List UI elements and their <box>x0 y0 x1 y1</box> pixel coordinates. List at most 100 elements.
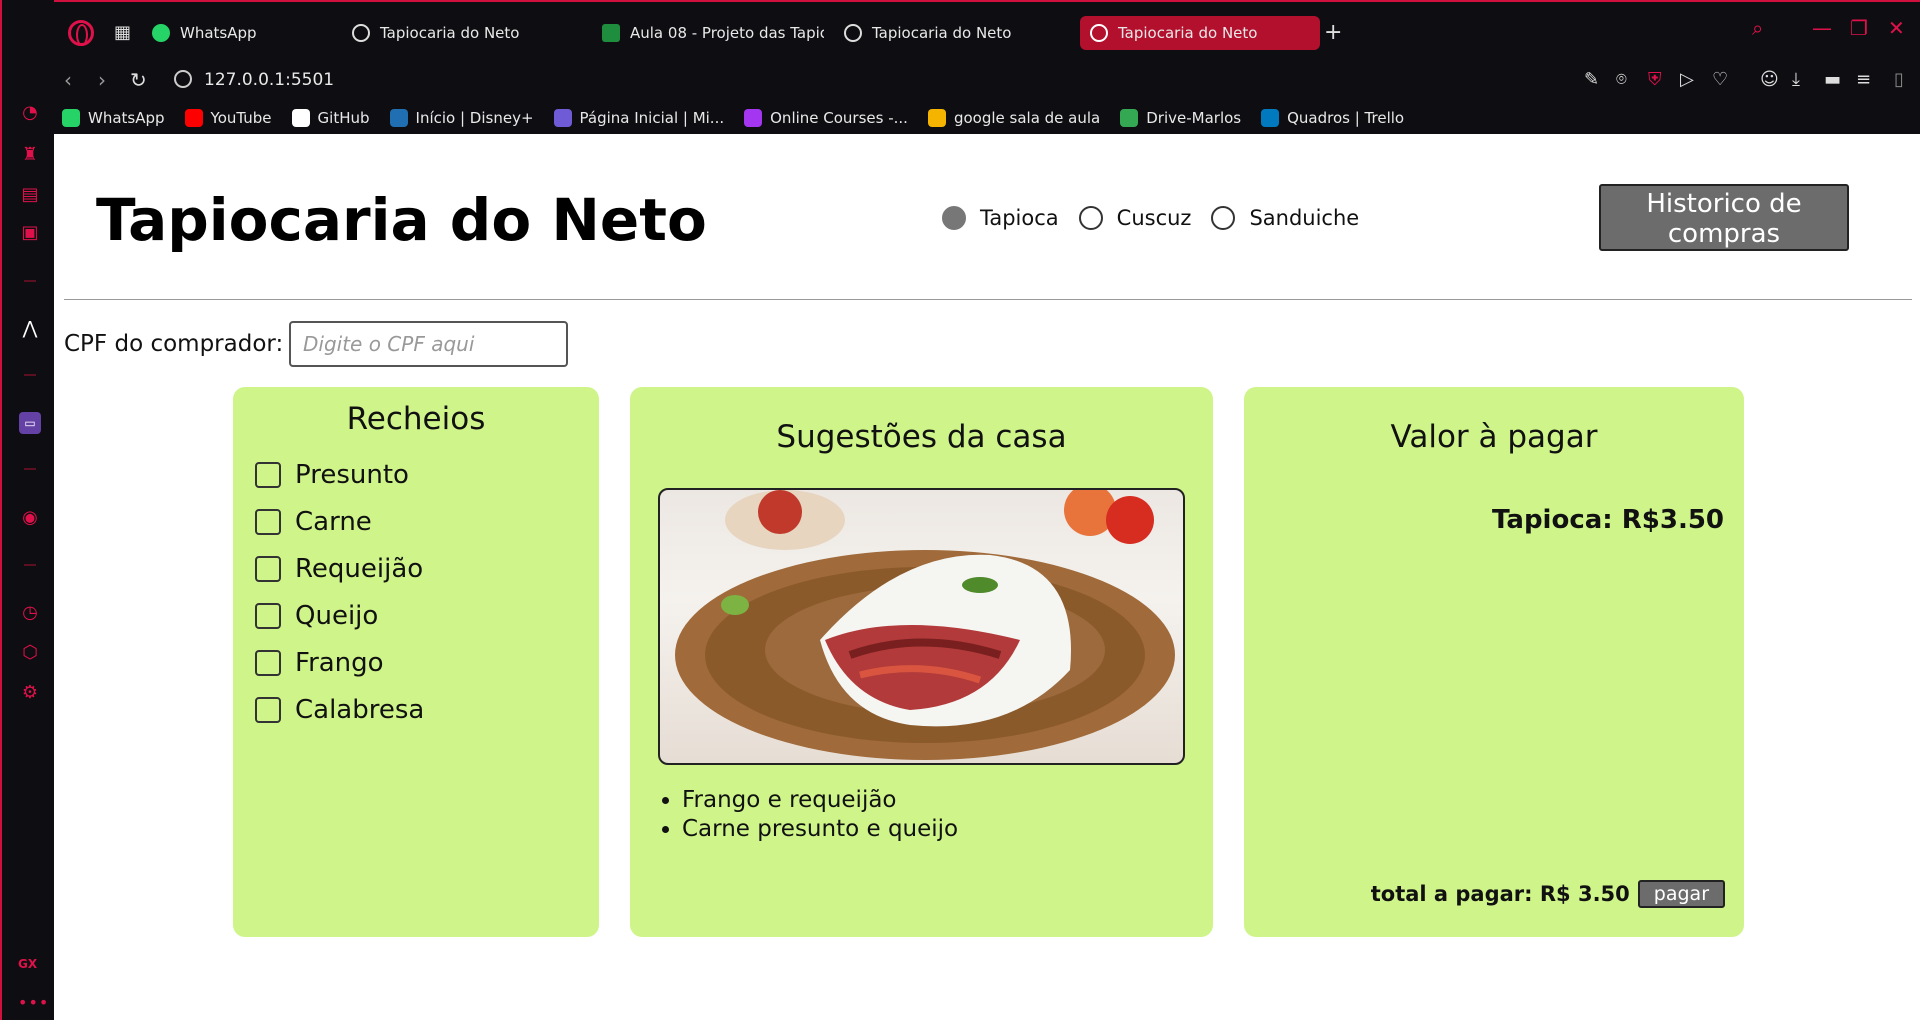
gx-logo-icon: GX <box>18 957 38 971</box>
bookmark-item[interactable]: YouTube <box>184 109 272 127</box>
web-page: Tapiocaria do Neto Tapioca Cuscuz Sandui… <box>54 134 1920 1020</box>
cpf-label: CPF do comprador: <box>64 331 284 357</box>
tab-bar: ▦ WhatsApp Tapiocaria do Neto Aula 08 - … <box>54 0 1920 60</box>
more-icon[interactable]: ••• <box>18 993 49 1012</box>
recheios-card: Recheios Presunto Carne Requeijão Queijo… <box>233 387 599 937</box>
battery-icon[interactable]: ▬ <box>1824 69 1841 90</box>
checkbox[interactable] <box>255 649 281 676</box>
speed-dial-icon[interactable]: ◔ <box>19 102 41 124</box>
recheio-item[interactable]: Carne <box>255 498 599 545</box>
tab-aula-08[interactable]: Aula 08 - Projeto das Tapic <box>592 16 824 50</box>
bookmark-item[interactable]: WhatsApp <box>62 109 165 127</box>
checkbox[interactable] <box>255 508 281 535</box>
downloads-icon[interactable]: ⤓ <box>1792 69 1800 90</box>
disney-icon <box>389 109 408 127</box>
close-window-icon[interactable]: ✕ <box>1888 16 1905 40</box>
tab-grid-icon[interactable]: ▦ <box>114 22 131 43</box>
bookmark-item[interactable]: Online Courses -... <box>744 109 908 127</box>
settings-icon[interactable]: ⚙ <box>19 682 41 704</box>
forward-icon[interactable]: › <box>98 68 106 92</box>
bookmark-item[interactable]: Quadros | Trello <box>1261 109 1404 127</box>
recheio-label: Carne <box>295 506 372 537</box>
tab-tapiocaria-1[interactable]: Tapiocaria do Neto <box>342 16 582 50</box>
radio-unchecked-icon[interactable] <box>1078 206 1103 230</box>
whatsapp-icon <box>152 24 170 42</box>
option-cuscuz[interactable]: Cuscuz <box>1078 206 1191 230</box>
player-icon[interactable]: ◉ <box>19 507 41 529</box>
maximize-icon[interactable]: ❐ <box>1850 16 1868 40</box>
option-label: Sanduiche <box>1249 206 1360 230</box>
recheios-list: Presunto Carne Requeijão Queijo Frango C… <box>233 451 599 733</box>
checkbox[interactable] <box>255 602 281 629</box>
bookmark-label: Página Inicial | Mi... <box>579 109 725 127</box>
gx-memory-icon[interactable]: ▣ <box>19 222 41 244</box>
checkbox[interactable] <box>255 696 281 723</box>
tab-label: Aula 08 - Projeto das Tapic <box>630 24 824 42</box>
recheio-item[interactable]: Queijo <box>255 592 599 639</box>
tab-label: Tapiocaria do Neto <box>1118 24 1258 42</box>
bookmark-label: Início | Disney+ <box>415 109 534 127</box>
cpf-input[interactable] <box>289 321 568 367</box>
menu-icon[interactable]: ≡ <box>1856 69 1871 90</box>
recheio-label: Calabresa <box>295 694 425 725</box>
divider <box>64 299 1912 300</box>
tab-label: Tapiocaria do Neto <box>380 24 520 42</box>
recheio-item[interactable]: Calabresa <box>255 686 599 733</box>
account-icon[interactable]: ☺ <box>1760 69 1779 90</box>
flow-icon[interactable]: ▷ <box>1680 69 1694 90</box>
recheio-item[interactable]: Frango <box>255 639 599 686</box>
option-tapioca[interactable]: Tapioca <box>942 206 1059 230</box>
gx-cleaner-icon[interactable]: ▤ <box>19 184 41 206</box>
gx-control-icon[interactable]: ♜ <box>19 144 41 166</box>
globe-icon <box>352 24 370 42</box>
extensions-icon[interactable]: ⬡ <box>19 642 41 664</box>
recheio-item[interactable]: Presunto <box>255 451 599 498</box>
sugestoes-card: Sugestões da casa Frango e requeijão Car… <box>630 387 1213 937</box>
browser-sidebar: ◔ ♜ ▤ ▣ ⋀ ▭ ◉ ◷ ⬡ ⚙ GX ••• <box>0 0 54 1020</box>
my-flow-heart-icon[interactable]: ♡ <box>1712 69 1728 90</box>
url-field[interactable]: 127.0.0.1:5501 <box>204 70 334 90</box>
recheio-label: Presunto <box>295 459 409 490</box>
reload-icon[interactable]: ↻ <box>130 68 147 92</box>
twitch-icon[interactable]: ▭ <box>19 412 41 434</box>
checkbox[interactable] <box>255 555 281 582</box>
site-info-icon[interactable] <box>174 70 192 88</box>
drive-icon <box>1120 109 1139 127</box>
pay-button[interactable]: pagar <box>1637 880 1725 908</box>
recheio-item[interactable]: Requeijão <box>255 545 599 592</box>
sidebar-toggle-icon[interactable]: ▯ <box>1894 69 1904 90</box>
recheio-label: Frango <box>295 647 384 678</box>
history-icon[interactable]: ◷ <box>19 602 41 624</box>
sugestoes-list: Frango e requeijão Carne presunto e quei… <box>682 787 958 845</box>
easy-setup-icon[interactable]: ✎ <box>1584 69 1599 90</box>
bookmark-label: GitHub <box>317 109 370 127</box>
bookmark-item[interactable]: Página Inicial | Mi... <box>553 109 725 127</box>
back-icon[interactable]: ‹ <box>64 68 72 92</box>
tab-tapiocaria-2[interactable]: Tapiocaria do Neto <box>834 16 1074 50</box>
aria-icon[interactable]: ⋀ <box>19 318 41 340</box>
tab-whatsapp[interactable]: WhatsApp <box>142 16 372 50</box>
radio-checked-icon[interactable] <box>942 206 966 230</box>
youtube-icon <box>184 109 203 127</box>
radio-unchecked-icon[interactable] <box>1211 206 1236 230</box>
new-tab-icon[interactable]: + <box>1324 20 1342 45</box>
history-button[interactable]: Historico de compras <box>1599 184 1849 251</box>
classroom-icon <box>602 24 620 42</box>
checkbox[interactable] <box>255 461 281 488</box>
bookmark-item[interactable]: Drive-Marlos <box>1120 109 1241 127</box>
bookmark-item[interactable]: google sala de aula <box>927 109 1100 127</box>
snapshot-icon[interactable]: ⌾ <box>1616 69 1627 90</box>
search-tabs-icon[interactable]: ⌕ <box>1752 16 1763 40</box>
sugestao-item: Carne presunto e queijo <box>682 816 958 842</box>
adblock-shield-icon[interactable]: ⛨ <box>1648 69 1662 90</box>
bookmark-item[interactable]: GitHub <box>291 109 370 127</box>
microsoft-icon <box>553 109 572 127</box>
bookmark-item[interactable]: Início | Disney+ <box>389 109 534 127</box>
bookmark-label: Online Courses -... <box>770 109 908 127</box>
bookmarks-bar: WhatsApp YouTube GitHub Início | Disney+ Pág… <box>54 102 1920 134</box>
classroom-icon <box>927 109 946 127</box>
opera-logo-icon[interactable] <box>68 20 94 46</box>
option-sanduiche[interactable]: Sanduiche <box>1211 206 1359 230</box>
minimize-icon[interactable]: — <box>1812 16 1832 40</box>
tab-tapiocaria-active[interactable]: Tapiocaria do Neto <box>1080 16 1320 50</box>
